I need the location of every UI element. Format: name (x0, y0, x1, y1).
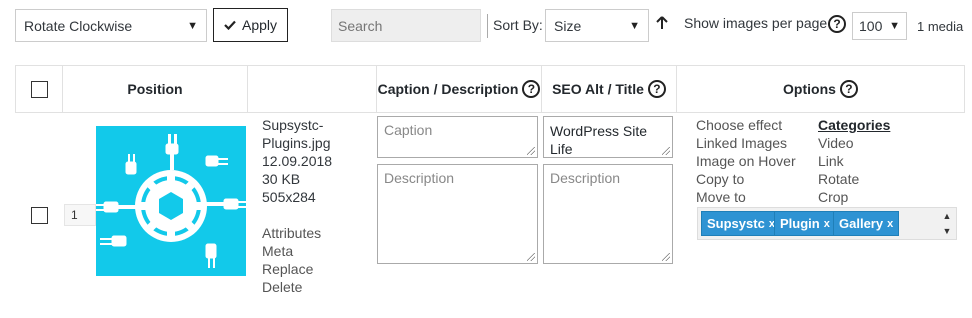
toolbar-divider (487, 14, 488, 38)
remove-tag-icon[interactable]: x (824, 218, 830, 230)
image-thumbnail[interactable] (96, 126, 246, 276)
bulk-action-select[interactable]: Rotate Clockwise ▼ (15, 9, 207, 42)
copy-to-link[interactable]: Copy to (696, 170, 796, 188)
bulk-action-value: Rotate Clockwise (24, 17, 133, 34)
options-left-column: Choose effect Linked Images Image on Hov… (696, 116, 796, 206)
apply-button-label: Apply (241, 17, 278, 33)
image-on-hover-link[interactable]: Image on Hover (696, 152, 796, 170)
chevron-down-icon: ▼ (889, 20, 900, 32)
position-input[interactable] (64, 204, 96, 226)
description-textarea[interactable]: Description (377, 164, 538, 264)
choose-effect-link[interactable]: Choose effect (696, 116, 796, 134)
scroll-down-icon[interactable]: ▼ (943, 226, 952, 236)
row-checkbox[interactable] (31, 207, 48, 224)
seo-alt-value: WordPress Site Life (550, 123, 647, 157)
file-size: 30 KB (262, 171, 301, 187)
question-circle-icon[interactable]: ? (828, 15, 846, 33)
remove-tag-icon[interactable]: x (887, 218, 893, 230)
resize-handle-icon[interactable] (662, 253, 670, 261)
chevron-down-icon: ▼ (629, 19, 640, 32)
scroll-up-icon[interactable]: ▲ (943, 211, 952, 221)
table-header: Position Caption / Description ? SEO Alt… (15, 65, 965, 113)
header-options-label: Options (783, 81, 836, 97)
resize-handle-icon[interactable] (527, 147, 535, 155)
per-page-select[interactable]: 100 ▼ (852, 12, 907, 40)
sort-by-value: Size (554, 17, 582, 34)
header-options: Options ? (677, 66, 964, 112)
rotate-link[interactable]: Rotate (818, 170, 890, 188)
meta-link[interactable]: Meta (262, 242, 321, 260)
select-all-cell (16, 66, 63, 112)
checkmark-icon (224, 20, 236, 30)
move-to-link[interactable]: Move to (696, 188, 796, 206)
header-caption-description: Caption / Description ? (377, 66, 542, 112)
apply-button[interactable]: Apply (213, 8, 288, 42)
seo-description-textarea[interactable]: Description (543, 164, 673, 264)
arrow-up-icon (656, 16, 668, 29)
file-name-line1: Supsystc- (262, 117, 324, 133)
resize-handle-icon[interactable] (527, 253, 535, 261)
header-file-info (248, 66, 377, 112)
select-all-checkbox[interactable] (30, 80, 48, 98)
seo-alt-textarea[interactable]: WordPress Site Life (543, 116, 673, 158)
header-seo-label: SEO Alt / Title (552, 81, 644, 97)
show-images-label: Show images per page (684, 15, 828, 31)
header-seo-alt-title: SEO Alt / Title ? (542, 66, 677, 112)
file-actions: Attributes Meta Replace Delete (262, 224, 321, 296)
delete-link[interactable]: Delete (262, 278, 321, 296)
search-input[interactable] (331, 9, 481, 42)
question-circle-icon[interactable]: ? (522, 80, 541, 98)
header-position[interactable]: Position (63, 66, 248, 112)
categories-tag-box[interactable]: Supsystc x Plugin x Gallery x ▲ ▼ (697, 207, 957, 240)
category-tag-label: Gallery (839, 216, 884, 231)
categories-link[interactable]: Categories (818, 116, 890, 134)
sort-by-label: Sort By: (493, 17, 543, 33)
category-tag-label: Supsystc (707, 216, 765, 231)
file-date: 12.09.2018 (262, 153, 333, 169)
media-count: 1 media (917, 19, 964, 34)
replace-link[interactable]: Replace (262, 260, 321, 278)
sort-direction-button[interactable] (656, 16, 668, 33)
tagbox-scroll[interactable]: ▲ ▼ (938, 208, 956, 239)
file-name-line2: Plugins.jpg (262, 135, 331, 151)
caption-placeholder: Caption (384, 122, 433, 138)
file-dimensions: 505x284 (262, 189, 316, 205)
header-caption-label: Caption / Description (377, 81, 519, 97)
linked-images-link[interactable]: Linked Images (696, 134, 796, 152)
plugins-image (96, 126, 246, 276)
video-link[interactable]: Video (818, 134, 890, 152)
seo-description-placeholder: Description (550, 170, 621, 186)
crop-link[interactable]: Crop (818, 188, 890, 206)
sort-by-select[interactable]: Size ▼ (545, 9, 649, 42)
question-circle-icon[interactable]: ? (839, 80, 858, 98)
caption-textarea[interactable]: Caption (377, 116, 538, 158)
category-tag[interactable]: Gallery x (833, 211, 900, 236)
attributes-link[interactable]: Attributes (262, 224, 321, 242)
resize-handle-icon[interactable] (662, 147, 670, 155)
options-right-column: Categories Video Link Rotate Crop (818, 116, 890, 206)
chevron-down-icon: ▼ (187, 19, 198, 32)
file-info: Supsystc- Plugins.jpg 12.09.2018 30 KB 5… (262, 116, 332, 206)
header-position-label: Position (127, 81, 183, 97)
category-tag[interactable]: Supsystc x (701, 211, 781, 236)
per-page-value: 100 (859, 18, 883, 34)
category-tag-label: Plugin (780, 216, 820, 231)
description-placeholder: Description (384, 170, 455, 186)
question-circle-icon[interactable]: ? (647, 80, 666, 98)
link-link[interactable]: Link (818, 152, 890, 170)
category-tag[interactable]: Plugin x (774, 211, 836, 236)
